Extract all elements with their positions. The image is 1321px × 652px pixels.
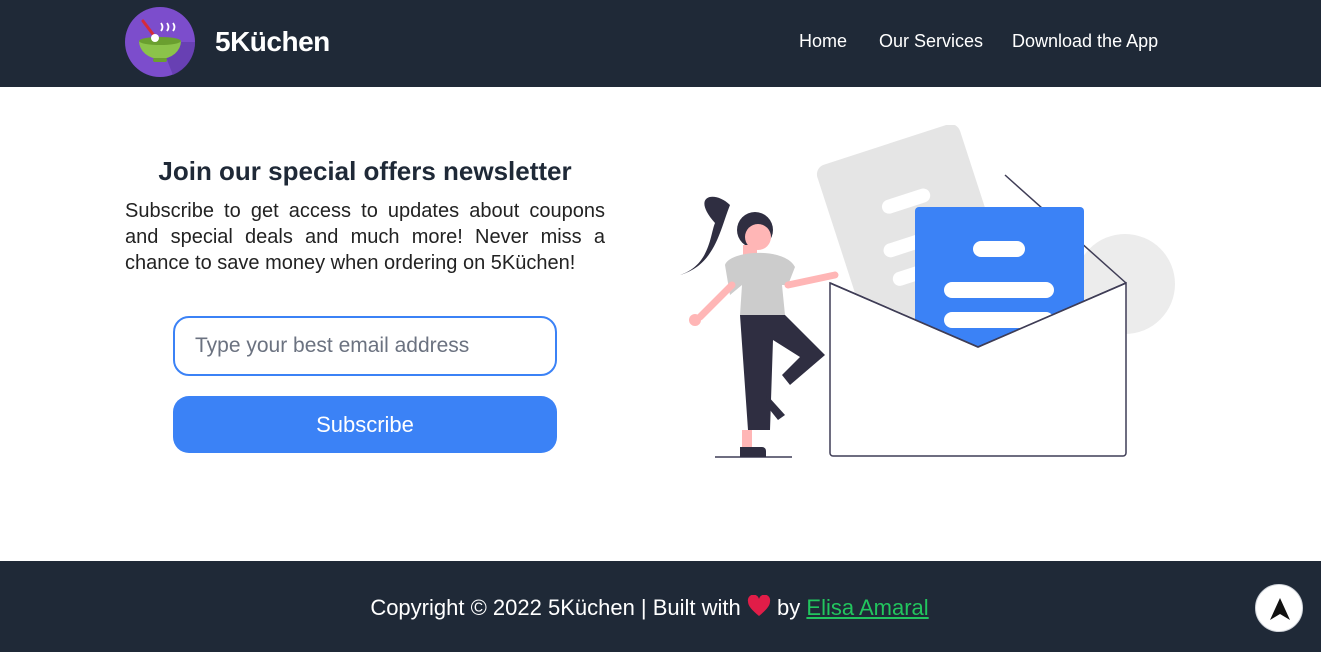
newsletter-title: Join our special offers newsletter	[158, 156, 572, 186]
nav-download-app[interactable]: Download the App	[1012, 31, 1158, 52]
author-link[interactable]: Elisa Amaral	[806, 595, 928, 620]
subscribe-button[interactable]: Subscribe	[173, 396, 557, 453]
copyright-line: Copyright © 2022 5Küchen | Built with by…	[0, 595, 1299, 621]
nav-our-services[interactable]: Our Services	[879, 31, 983, 52]
mail-envelope-illustration	[680, 125, 1175, 458]
brand-name[interactable]: 5Küchen	[215, 26, 330, 58]
newsletter-description: Subscribe to get access to updates about…	[125, 200, 605, 274]
site-footer: Copyright © 2022 5Küchen | Built with by…	[0, 561, 1321, 652]
nav-home[interactable]: Home	[799, 31, 847, 52]
site-header: 5Küchen Home Our Services Download the A…	[0, 0, 1321, 87]
by-text: by	[777, 595, 801, 620]
bowl-logo-icon[interactable]	[125, 7, 195, 77]
scroll-top-button[interactable]	[1255, 584, 1303, 632]
copyright-text: Copyright © 2022 5Küchen | Built with	[370, 595, 741, 620]
arrow-up-icon	[1270, 598, 1290, 620]
heart-icon	[747, 595, 771, 616]
email-input[interactable]	[173, 316, 557, 376]
